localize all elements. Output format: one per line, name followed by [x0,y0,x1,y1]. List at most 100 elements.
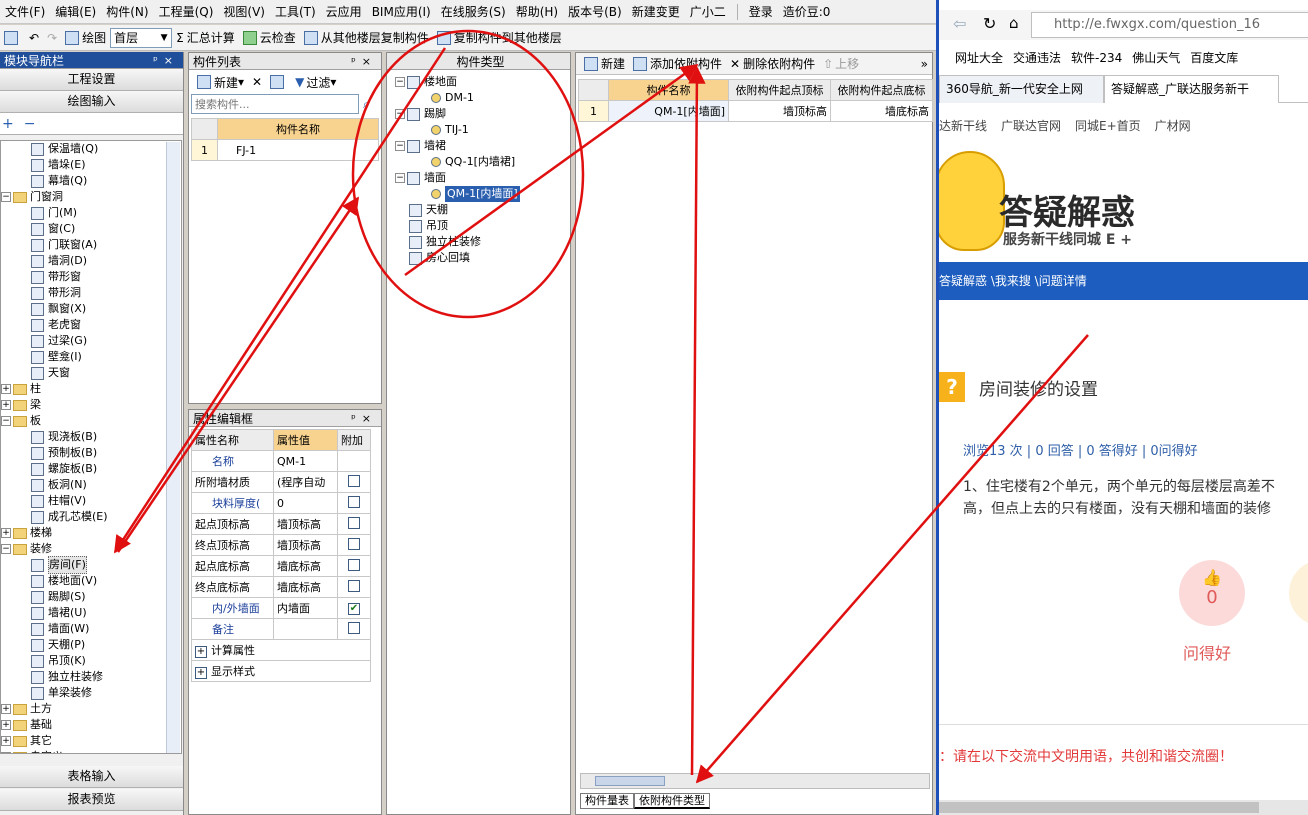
site-nav-link[interactable]: 同城E+首页 [1075,117,1141,134]
property-row[interactable]: 名称 QM-1 [191,450,371,472]
site-nav-link[interactable]: 广材网 [1155,117,1191,134]
property-row[interactable]: 终点底标高 墙底标高 [191,576,371,598]
property-value[interactable]: 墙底标高 [273,555,338,577]
floor-select[interactable]: 首层 ▼ [110,27,173,48]
copy-icon[interactable] [266,71,291,93]
add-checkbox[interactable] [348,621,360,634]
add-checkbox[interactable] [348,537,360,550]
tree-item[interactable]: 螺旋板(B) [1,461,181,477]
search-icon[interactable]: ⌕ [363,97,370,112]
menu-file[interactable]: 文件(F) [0,3,50,20]
tree-item[interactable]: + 土方 [1,701,181,717]
tree-item[interactable]: 门联窗(A) [1,237,181,253]
property-row[interactable]: 起点底标高 墙底标高 [191,555,371,577]
draw-input-button[interactable]: 绘图输入 [0,91,183,113]
dep-name-cell[interactable]: QM-1[内墙面] [608,100,729,122]
bookmark-item[interactable]: 百度文库 [1190,49,1238,66]
add-checkbox[interactable] [348,579,360,592]
collapse-icon[interactable]: − [1,544,11,554]
copy-from-floor-button[interactable]: 从其他楼层复制构件 [300,27,433,49]
menu-edit[interactable]: 编辑(E) [50,3,101,20]
table-input-button[interactable]: 表格输入 [0,766,183,788]
col-component-name[interactable]: 构件名称 [608,79,729,101]
tree-item[interactable]: + 楼梯 [1,525,181,541]
bookmark-item[interactable]: 网址大全 [955,49,1003,66]
bookmark-item[interactable]: 软件-234 [1071,49,1122,66]
type-tree-item[interactable]: − 墙面 [395,170,570,186]
type-tree-item[interactable]: − 楼地面 [395,74,570,90]
table-row[interactable]: 1 QM-1[内墙面] 墙顶标高 墙底标高 [578,100,933,122]
tree-item[interactable]: 过梁(G) [1,333,181,349]
menu-bim[interactable]: BIM应用(I) [367,3,436,20]
filter-button[interactable]: ▼ 过滤 ▾ [291,71,340,93]
property-value[interactable]: QM-1 [273,450,338,472]
tree-item[interactable]: 成孔芯模(E) [1,509,181,525]
property-row[interactable]: 内/外墙面 内墙面 ✔ [191,597,371,619]
delete-dependency-button[interactable]: ✕ 删除依附构件 [726,53,819,75]
menu-quantity[interactable]: 工程量(Q) [154,3,219,20]
move-up-button[interactable]: ⇧ 上移 [819,53,863,75]
expand-icon[interactable]: + [1,704,11,714]
column-header[interactable]: 构件名称 [217,118,379,140]
type-tree-item[interactable]: QQ-1[内墙裙] [395,154,570,170]
browser-tab-active[interactable]: 答疑解惑_广联达服务新干 [1104,75,1279,103]
calc-attrs-row[interactable]: + 计算属性 [191,639,371,661]
browser-tab[interactable]: 360导航_新一代安全上网 [939,75,1104,103]
type-tree-item[interactable]: 吊顶 [395,218,570,234]
expand-icon[interactable]: + [1,752,11,753]
property-row[interactable]: 终点顶标高 墙顶标高 [191,534,371,556]
property-row[interactable]: 备注 [191,618,371,640]
scroll-thumb[interactable] [939,802,1259,813]
expand-icon[interactable]: + [195,646,207,658]
tab-dependency-type[interactable]: 依附构件类型 [634,793,710,809]
tree-item[interactable]: − 板 [1,413,181,429]
save-button[interactable] [0,27,25,49]
url-input[interactable]: http://e.fwxgx.com/question_16 [1031,12,1308,38]
tree-item[interactable]: 墙垛(E) [1,157,181,173]
tree-item[interactable]: 幕墙(Q) [1,173,181,189]
more-icon[interactable]: » [921,57,932,71]
tree-item[interactable]: 现浇板(B) [1,429,181,445]
home-icon[interactable]: ⌂ [1009,14,1019,32]
pin-close-icon[interactable]: ᵖ× [153,54,183,67]
scroll-thumb[interactable] [595,776,665,786]
type-tree-item[interactable]: − 墙裙 [395,138,570,154]
cloud-check-button[interactable]: 云检查 [239,27,300,49]
menu-new-change[interactable]: 新建变更 [627,3,685,20]
login-button[interactable]: 登录 [744,3,778,20]
type-tree-item[interactable]: 房心回填 [395,250,570,266]
vertical-scrollbar[interactable] [166,142,180,753]
tree-item[interactable]: 墙面(W) [1,621,181,637]
collapse-icon[interactable]: − [395,109,405,119]
menu-version[interactable]: 版本号(B) [563,3,627,20]
site-nav-link[interactable]: 广联达官网 [1001,117,1061,134]
collapse-icon[interactable]: − [1,192,11,202]
bookmark-item[interactable]: 交通违法 [1013,49,1061,66]
menu-view[interactable]: 视图(V) [218,3,270,20]
tree-item[interactable]: − 装修 [1,541,181,557]
property-value[interactable]: 0 [273,492,338,514]
site-nav-link[interactable]: 达新干线 [939,117,987,134]
add-checkbox[interactable] [348,558,360,571]
component-name-cell[interactable]: FJ-1 [217,139,379,161]
property-value[interactable] [273,618,338,640]
add-checkbox[interactable]: ✔ [348,603,360,615]
menu-help[interactable]: 帮助(H) [511,3,563,20]
sum-calc-button[interactable]: Σ 汇总计算 [172,27,239,49]
tab-quantity-table[interactable]: 构件量表 [580,793,634,809]
type-tree-item[interactable]: TIJ-1 [395,122,570,138]
tree-item[interactable]: 保温墙(Q) [1,141,181,157]
new-component-button[interactable]: 新建 ▾ [193,71,248,93]
add-checkbox[interactable] [348,474,360,487]
type-tree-item[interactable]: − 踢脚 [395,106,570,122]
tree-item[interactable]: + 柱 [1,381,181,397]
property-value[interactable]: 墙底标高 [273,576,338,598]
answer-button[interactable] [1289,560,1308,626]
horizontal-scrollbar[interactable] [580,773,930,789]
horizontal-scrollbar[interactable] [939,800,1308,815]
type-tree-item[interactable]: QM-1[内墙面] [395,186,570,202]
expand-icon[interactable]: + [1,384,11,394]
draw-button[interactable]: 绘图 [61,27,110,49]
tree-item[interactable]: + 基础 [1,717,181,733]
tree-item[interactable]: 墙洞(D) [1,253,181,269]
